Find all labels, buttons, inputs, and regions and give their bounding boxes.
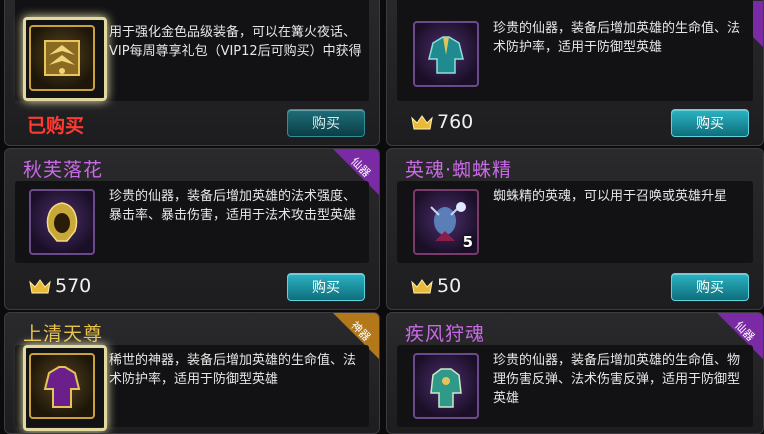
item-description: 珍贵的仙器，装备后增加英雄的生命值、物理伤害反弹、法术伤害反弹，适用于防御型英雄 bbox=[493, 353, 741, 406]
shop-item-card: 疾风狩魂 仙器 珍贵的仙器，装备后增加英雄的生命值、物理伤害反弹、法术伤害反弹，… bbox=[386, 312, 764, 434]
golden-hood-icon[interactable] bbox=[29, 189, 95, 255]
shop-item-card: 上清天尊 神器 稀世的神器，装备后增加英雄的生命值、法术防护率，适用于防御型英雄 bbox=[4, 312, 380, 434]
item-name: 疾风狩魂 bbox=[405, 323, 486, 345]
purple-gold-robe-icon[interactable] bbox=[29, 353, 95, 419]
price-value: 760 bbox=[437, 111, 474, 133]
item-description: 稀世的神器，装备后增加英雄的生命值、法术防护率，适用于防御型英雄 bbox=[109, 353, 357, 387]
item-price: 570 bbox=[29, 275, 91, 297]
item-description: 珍贵的仙器，装备后增加英雄的法术强度、暴击率、暴击伤害，适用于法术攻击型英雄 bbox=[109, 189, 357, 223]
item-description: 用于强化金色品级装备，可以在篝火夜话、VIP每周尊享礼包（VIP12后可购买）中… bbox=[109, 25, 362, 59]
gold-ingot-icon bbox=[29, 279, 51, 294]
item-description: 珍贵的仙器，装备后增加英雄的生命值、法术防护率，适用于防御型英雄 bbox=[493, 21, 741, 55]
gold-ingot-icon bbox=[411, 115, 433, 130]
jade-robe-armor-icon[interactable] bbox=[413, 21, 479, 87]
purchased-status: 已购买 bbox=[27, 115, 85, 137]
item-name: 上清天尊 bbox=[23, 323, 104, 345]
shop-item-card: 珍贵的仙器，装备后增加英雄的生命值、法术防护率，适用于防御型英雄 760 购买 bbox=[386, 0, 764, 146]
item-description: 蜘蛛精的英魂，可以用于召唤或英雄升星 bbox=[493, 189, 728, 204]
shop-item-card: 秋芙落花 仙器 珍贵的仙器，装备后增加英雄的法术强度、暴击率、暴击伤害，适用于法… bbox=[4, 148, 380, 310]
buy-button[interactable]: 购买 bbox=[287, 109, 365, 137]
gold-rank-emblem-icon[interactable] bbox=[29, 25, 95, 91]
gold-ingot-icon bbox=[411, 279, 433, 294]
item-name: 英魂·蜘蛛精 bbox=[405, 159, 513, 181]
buy-button[interactable]: 购买 bbox=[671, 109, 749, 137]
item-price: 50 bbox=[411, 275, 461, 297]
shop-item-card: 用于强化金色品级装备，可以在篝火夜话、VIP每周尊享礼包（VIP12后可购买）中… bbox=[4, 0, 380, 146]
shop-item-card: 英魂·蜘蛛精 5 蜘蛛精的英魂，可以用于召唤或英雄升星 50 购买 bbox=[386, 148, 764, 310]
buy-button[interactable]: 购买 bbox=[287, 273, 365, 301]
teal-armor-icon[interactable] bbox=[413, 353, 479, 419]
spider-spirit-portrait-icon[interactable]: 5 bbox=[413, 189, 479, 255]
item-name: 秋芙落花 bbox=[23, 159, 104, 181]
item-count: 5 bbox=[462, 233, 473, 251]
price-value: 570 bbox=[55, 275, 92, 297]
price-value: 50 bbox=[437, 275, 462, 297]
item-price: 760 bbox=[411, 111, 473, 133]
buy-button[interactable]: 购买 bbox=[671, 273, 749, 301]
